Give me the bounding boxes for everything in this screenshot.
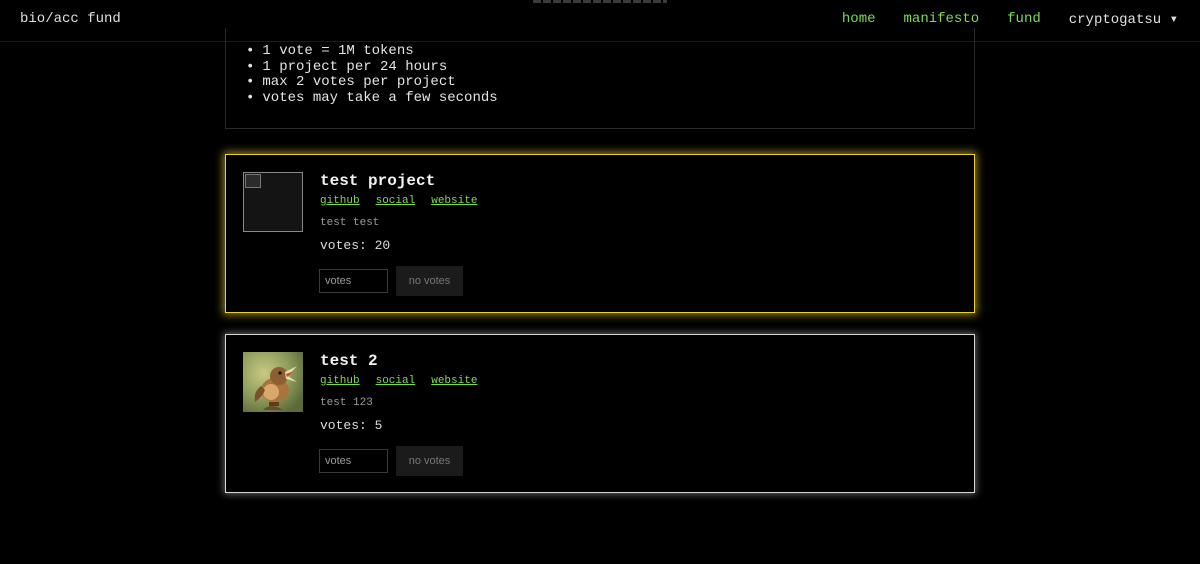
project-links: github social website xyxy=(320,195,477,207)
rules-list: 1 vote = 1M tokens 1 project per 24 hour… xyxy=(246,43,974,107)
project-title: test project xyxy=(320,172,436,190)
broken-image-icon xyxy=(243,172,303,232)
votes-input[interactable] xyxy=(319,449,388,473)
github-link[interactable]: github xyxy=(320,195,360,207)
rule-item: 1 project per 24 hours xyxy=(246,59,974,76)
project-description: test 123 xyxy=(320,397,373,409)
nav-fund-link[interactable]: fund xyxy=(1007,11,1041,28)
social-link[interactable]: social xyxy=(376,195,416,207)
rule-item: max 2 votes per project xyxy=(246,74,974,91)
project-description: test test xyxy=(320,217,380,229)
github-link[interactable]: github xyxy=(320,375,360,387)
nav-home-link[interactable]: home xyxy=(842,11,876,28)
bird-photo xyxy=(243,352,303,412)
user-menu-dropdown[interactable]: cryptogatsu ▾ xyxy=(1069,11,1178,28)
project-card: test project github social website test … xyxy=(225,154,975,313)
vote-count: votes: 20 xyxy=(320,238,391,253)
votes-input[interactable] xyxy=(319,269,388,293)
social-link[interactable]: social xyxy=(376,375,416,387)
project-links: github social website xyxy=(320,375,477,387)
page-heading-fragment xyxy=(533,0,667,3)
rule-item: votes may take a few seconds xyxy=(246,90,974,107)
vote-button[interactable]: no votes xyxy=(396,446,463,476)
vote-button[interactable]: no votes xyxy=(396,266,463,296)
nav-manifesto-link[interactable]: manifesto xyxy=(904,11,980,28)
bird-image-icon xyxy=(243,352,303,412)
brand-logo-text[interactable]: bio/acc fund xyxy=(20,11,121,27)
main-nav: home manifesto fund cryptogatsu ▾ xyxy=(842,11,1178,28)
vote-count: votes: 5 xyxy=(320,418,383,433)
website-link[interactable]: website xyxy=(431,375,477,387)
rule-item: 1 vote = 1M tokens xyxy=(246,43,974,60)
website-link[interactable]: website xyxy=(431,195,477,207)
voting-rules-box: 1 vote = 1M tokens 1 project per 24 hour… xyxy=(225,28,975,129)
broken-image-glyph xyxy=(245,174,261,188)
project-title: test 2 xyxy=(320,352,378,370)
project-card: test 2 github social website test 123 vo… xyxy=(225,334,975,493)
